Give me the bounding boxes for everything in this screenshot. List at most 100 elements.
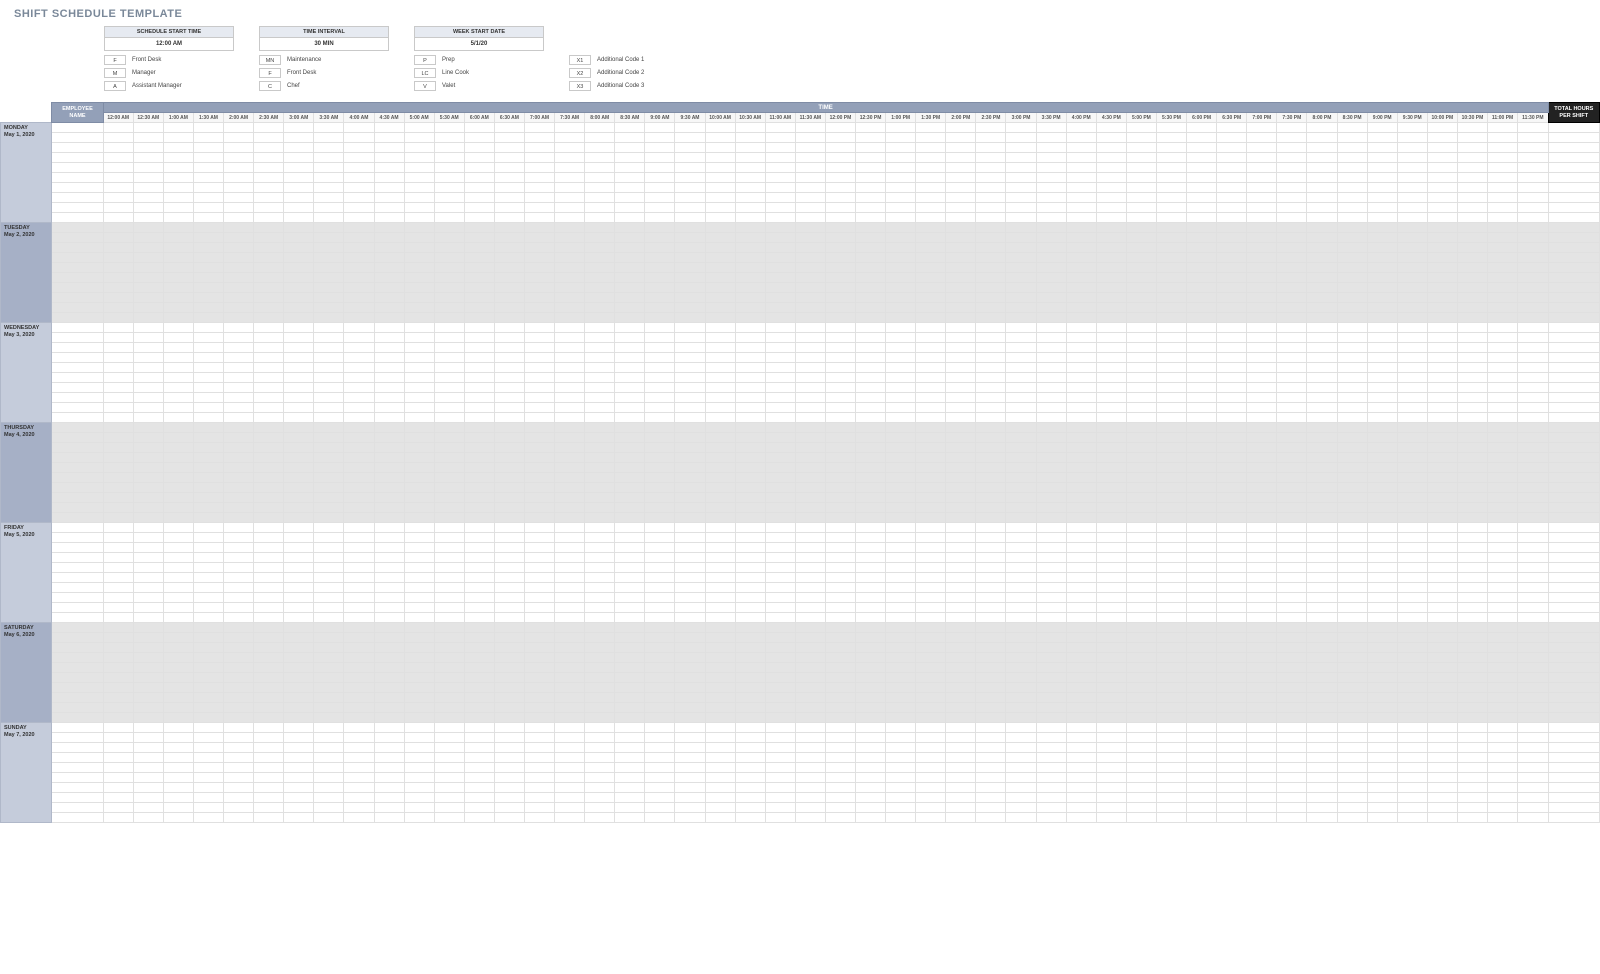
shift-cell[interactable] bbox=[976, 393, 1006, 403]
shift-cell[interactable] bbox=[735, 373, 765, 383]
shift-cell[interactable] bbox=[585, 213, 615, 223]
shift-cell[interactable] bbox=[976, 213, 1006, 223]
shift-cell[interactable] bbox=[1367, 583, 1397, 593]
shift-cell[interactable] bbox=[825, 303, 855, 313]
shift-cell[interactable] bbox=[224, 523, 254, 533]
shift-cell[interactable] bbox=[1367, 563, 1397, 573]
shift-cell[interactable] bbox=[494, 813, 524, 823]
shift-cell[interactable] bbox=[434, 163, 464, 173]
shift-cell[interactable] bbox=[825, 533, 855, 543]
shift-cell[interactable] bbox=[1217, 213, 1247, 223]
shift-cell[interactable] bbox=[1518, 213, 1548, 223]
shift-cell[interactable] bbox=[314, 563, 344, 573]
shift-cell[interactable] bbox=[344, 783, 374, 793]
shift-cell[interactable] bbox=[163, 393, 193, 403]
shift-cell[interactable] bbox=[224, 533, 254, 543]
shift-cell[interactable] bbox=[1307, 203, 1337, 213]
shift-cell[interactable] bbox=[1457, 293, 1487, 303]
shift-cell[interactable] bbox=[735, 213, 765, 223]
shift-cell[interactable] bbox=[585, 263, 615, 273]
shift-cell[interactable] bbox=[494, 633, 524, 643]
shift-cell[interactable] bbox=[1247, 443, 1277, 453]
legend-code[interactable]: A bbox=[104, 81, 126, 91]
shift-cell[interactable] bbox=[464, 393, 494, 403]
shift-cell[interactable] bbox=[1337, 463, 1367, 473]
shift-cell[interactable] bbox=[163, 523, 193, 533]
shift-cell[interactable] bbox=[254, 273, 284, 283]
shift-cell[interactable] bbox=[856, 293, 886, 303]
shift-cell[interactable] bbox=[1307, 323, 1337, 333]
shift-cell[interactable] bbox=[404, 323, 434, 333]
shift-cell[interactable] bbox=[494, 483, 524, 493]
shift-cell[interactable] bbox=[705, 123, 735, 133]
shift-cell[interactable] bbox=[705, 603, 735, 613]
shift-cell[interactable] bbox=[1457, 383, 1487, 393]
shift-cell[interactable] bbox=[1187, 223, 1217, 233]
shift-cell[interactable] bbox=[1487, 393, 1517, 403]
shift-cell[interactable] bbox=[103, 513, 133, 523]
shift-cell[interactable] bbox=[1126, 693, 1156, 703]
shift-cell[interactable] bbox=[1036, 803, 1066, 813]
shift-cell[interactable] bbox=[1217, 133, 1247, 143]
shift-cell[interactable] bbox=[1307, 803, 1337, 813]
shift-cell[interactable] bbox=[1518, 673, 1548, 683]
shift-cell[interactable] bbox=[735, 343, 765, 353]
shift-cell[interactable] bbox=[1518, 283, 1548, 293]
shift-cell[interactable] bbox=[886, 453, 916, 463]
shift-cell[interactable] bbox=[916, 623, 946, 633]
shift-cell[interactable] bbox=[1247, 743, 1277, 753]
shift-cell[interactable] bbox=[1397, 363, 1427, 373]
shift-cell[interactable] bbox=[1096, 813, 1126, 823]
shift-cell[interactable] bbox=[1337, 373, 1367, 383]
shift-cell[interactable] bbox=[1367, 683, 1397, 693]
shift-cell[interactable] bbox=[856, 173, 886, 183]
shift-cell[interactable] bbox=[1036, 723, 1066, 733]
shift-cell[interactable] bbox=[1518, 523, 1548, 533]
shift-cell[interactable] bbox=[1156, 273, 1186, 283]
shift-cell[interactable] bbox=[946, 593, 976, 603]
shift-cell[interactable] bbox=[494, 783, 524, 793]
shift-cell[interactable] bbox=[856, 503, 886, 513]
shift-cell[interactable] bbox=[1156, 513, 1186, 523]
shift-cell[interactable] bbox=[224, 463, 254, 473]
shift-cell[interactable] bbox=[946, 283, 976, 293]
shift-cell[interactable] bbox=[1247, 653, 1277, 663]
shift-cell[interactable] bbox=[163, 403, 193, 413]
shift-cell[interactable] bbox=[254, 253, 284, 263]
shift-cell[interactable] bbox=[976, 343, 1006, 353]
shift-cell[interactable] bbox=[795, 553, 825, 563]
shift-cell[interactable] bbox=[1487, 713, 1517, 723]
shift-cell[interactable] bbox=[916, 233, 946, 243]
shift-cell[interactable] bbox=[1247, 473, 1277, 483]
shift-cell[interactable] bbox=[434, 463, 464, 473]
shift-cell[interactable] bbox=[645, 543, 675, 553]
shift-cell[interactable] bbox=[344, 303, 374, 313]
shift-cell[interactable] bbox=[765, 703, 795, 713]
shift-cell[interactable] bbox=[555, 523, 585, 533]
shift-cell[interactable] bbox=[1187, 283, 1217, 293]
shift-cell[interactable] bbox=[585, 573, 615, 583]
shift-cell[interactable] bbox=[193, 173, 223, 183]
shift-cell[interactable] bbox=[555, 273, 585, 283]
shift-cell[interactable] bbox=[825, 523, 855, 533]
shift-cell[interactable] bbox=[524, 563, 554, 573]
shift-cell[interactable] bbox=[254, 553, 284, 563]
shift-cell[interactable] bbox=[825, 623, 855, 633]
shift-cell[interactable] bbox=[675, 613, 705, 623]
shift-cell[interactable] bbox=[103, 373, 133, 383]
shift-cell[interactable] bbox=[1217, 683, 1247, 693]
shift-cell[interactable] bbox=[1427, 183, 1457, 193]
shift-cell[interactable] bbox=[1187, 703, 1217, 713]
shift-cell[interactable] bbox=[555, 233, 585, 243]
shift-cell[interactable] bbox=[284, 203, 314, 213]
shift-cell[interactable] bbox=[404, 203, 434, 213]
shift-cell[interactable] bbox=[615, 163, 645, 173]
shift-cell[interactable] bbox=[1126, 753, 1156, 763]
shift-cell[interactable] bbox=[494, 773, 524, 783]
shift-cell[interactable] bbox=[1277, 563, 1307, 573]
shift-cell[interactable] bbox=[705, 453, 735, 463]
shift-cell[interactable] bbox=[825, 413, 855, 423]
shift-cell[interactable] bbox=[1006, 553, 1036, 563]
shift-cell[interactable] bbox=[1518, 813, 1548, 823]
shift-cell[interactable] bbox=[1036, 503, 1066, 513]
